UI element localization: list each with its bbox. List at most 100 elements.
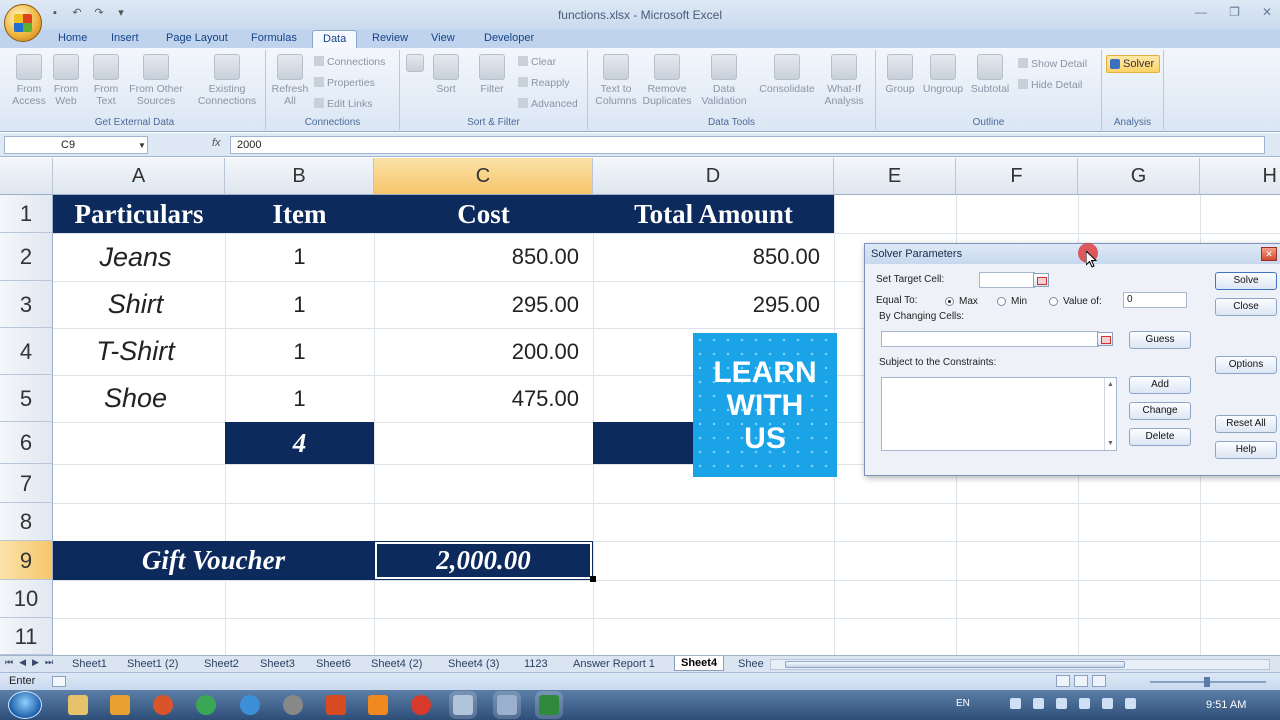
volume-icon[interactable]: [1124, 698, 1136, 709]
sheet-tab-active[interactable]: Sheet4: [674, 656, 725, 671]
header-cell-particulars[interactable]: Particulars: [53, 195, 225, 233]
language-indicator[interactable]: EN: [956, 698, 970, 709]
row-header[interactable]: 3: [0, 281, 53, 328]
close-icon[interactable]: ✕: [1262, 5, 1272, 19]
subtotal-button[interactable]: Subtotal: [968, 54, 1012, 95]
normal-view-icon[interactable]: [1056, 675, 1070, 687]
chrome-alt-icon[interactable]: [411, 695, 431, 715]
column-header[interactable]: F: [956, 158, 1078, 195]
show-detail-button[interactable]: Show Detail: [1018, 58, 1087, 70]
filter-button[interactable]: Filter: [476, 54, 508, 95]
item-cost-cell[interactable]: 850.00: [374, 233, 593, 281]
ungroup-button[interactable]: Ungroup: [922, 54, 964, 95]
header-cell-item[interactable]: Item: [225, 195, 374, 233]
chrome-icon[interactable]: [196, 695, 216, 715]
item-name-cell[interactable]: Shirt: [53, 281, 218, 328]
from-web-button[interactable]: From Web: [50, 54, 82, 107]
sort-button[interactable]: Sort: [430, 54, 462, 95]
insert-function-icon[interactable]: fx: [212, 137, 221, 149]
column-header[interactable]: G: [1078, 158, 1200, 195]
hide-detail-button[interactable]: Hide Detail: [1018, 79, 1082, 91]
collapse-dialog-icon[interactable]: [1097, 332, 1113, 346]
vlc-icon[interactable]: [368, 695, 388, 715]
tab-review[interactable]: Review: [372, 32, 408, 44]
ie-icon[interactable]: [240, 695, 260, 715]
value-of-input[interactable]: 0: [1123, 292, 1187, 308]
reapply-button[interactable]: Reapply: [518, 77, 570, 89]
sheet-tab[interactable]: 1123: [524, 657, 548, 672]
advanced-filter-button[interactable]: Advanced: [518, 98, 578, 110]
from-access-button[interactable]: From Access: [10, 54, 48, 107]
remove-duplicates-button[interactable]: Remove Duplicates: [640, 54, 694, 107]
explorer-icon[interactable]: [68, 695, 88, 715]
chevron-down-icon[interactable]: ▼: [138, 141, 146, 150]
row-header[interactable]: 10: [0, 580, 53, 618]
row-header[interactable]: 5: [0, 375, 53, 422]
scrollbar-thumb[interactable]: [785, 661, 1125, 668]
tray-icon[interactable]: [1078, 698, 1090, 709]
tab-data[interactable]: Data: [312, 30, 358, 49]
constraints-scrollbar[interactable]: ▲ ▼: [1104, 378, 1116, 450]
existing-connections-button[interactable]: Existing Connections: [192, 54, 262, 107]
page-break-view-icon[interactable]: [1092, 675, 1106, 687]
first-sheet-icon[interactable]: ⏮: [5, 657, 13, 668]
value-of-radio[interactable]: [1049, 297, 1058, 306]
sheet-tab[interactable]: Sheet4 (2): [371, 657, 422, 672]
tray-icon[interactable]: [1009, 698, 1021, 709]
item-qty-cell[interactable]: 1: [225, 281, 374, 328]
changing-cells-input[interactable]: [881, 331, 1099, 347]
consolidate-button[interactable]: Consolidate: [756, 54, 818, 95]
horizontal-scrollbar[interactable]: [770, 659, 1270, 670]
refresh-all-button[interactable]: Refresh All: [270, 54, 310, 107]
tab-insert[interactable]: Insert: [111, 32, 139, 44]
item-name-cell[interactable]: Jeans: [53, 233, 218, 281]
gift-voucher-label-cell[interactable]: Gift Voucher: [53, 541, 374, 580]
item-name-cell[interactable]: Shoe: [53, 375, 218, 422]
header-cell-total-amount[interactable]: Total Amount: [593, 195, 834, 233]
change-button[interactable]: Change: [1129, 402, 1191, 420]
row-header[interactable]: 8: [0, 503, 53, 541]
tab-formulas[interactable]: Formulas: [251, 32, 297, 44]
tab-view[interactable]: View: [431, 32, 455, 44]
solver-button[interactable]: Solver: [1106, 55, 1160, 73]
tray-icon[interactable]: [1101, 698, 1113, 709]
page-layout-view-icon[interactable]: [1074, 675, 1088, 687]
item-cost-cell[interactable]: 475.00: [374, 375, 593, 422]
sheet-tab[interactable]: Sheet3: [260, 657, 295, 672]
clear-filter-button[interactable]: Clear: [518, 56, 556, 68]
row-header[interactable]: 11: [0, 618, 53, 655]
excel-icon[interactable]: [539, 695, 559, 715]
calculator-icon[interactable]: [497, 695, 517, 715]
target-cell-input[interactable]: [979, 272, 1035, 288]
options-button[interactable]: Options: [1215, 356, 1277, 374]
total-qty-cell[interactable]: 4: [225, 422, 374, 464]
tab-developer[interactable]: Developer: [484, 32, 534, 44]
collapse-dialog-icon[interactable]: [1033, 273, 1049, 287]
item-qty-cell[interactable]: 1: [225, 375, 374, 422]
group-button[interactable]: Group: [880, 54, 920, 95]
scroll-down-icon[interactable]: ▼: [1107, 440, 1114, 447]
row-header[interactable]: 9: [0, 541, 53, 580]
item-qty-cell[interactable]: 1: [225, 328, 374, 375]
header-cell-cost[interactable]: Cost: [374, 195, 593, 233]
magnifier-icon[interactable]: [453, 695, 473, 715]
fill-handle[interactable]: [590, 576, 596, 582]
constraints-list[interactable]: ▲ ▼: [881, 377, 1117, 451]
column-header[interactable]: B: [225, 158, 374, 195]
sheet-tab[interactable]: Sheet1 (2): [127, 657, 178, 672]
column-header[interactable]: D: [593, 158, 834, 195]
name-box[interactable]: C9: [4, 136, 148, 154]
powerpoint-icon[interactable]: [326, 695, 346, 715]
min-radio[interactable]: [997, 297, 1006, 306]
item-total-cell[interactable]: 850.00: [593, 233, 834, 281]
reset-all-button[interactable]: Reset All: [1215, 415, 1277, 433]
formula-input[interactable]: 2000: [230, 136, 1265, 154]
text-to-columns-button[interactable]: Text to Columns: [594, 54, 638, 107]
row-header[interactable]: 2: [0, 233, 53, 281]
sheet-tab[interactable]: Sheet2: [204, 657, 239, 672]
sort-az-button[interactable]: [404, 54, 426, 75]
sheet-tab[interactable]: Sheet6: [316, 657, 351, 672]
sheet-tab[interactable]: Answer Report 1: [573, 657, 655, 672]
solve-button[interactable]: Solve: [1215, 272, 1277, 290]
tray-icon[interactable]: [1055, 698, 1067, 709]
